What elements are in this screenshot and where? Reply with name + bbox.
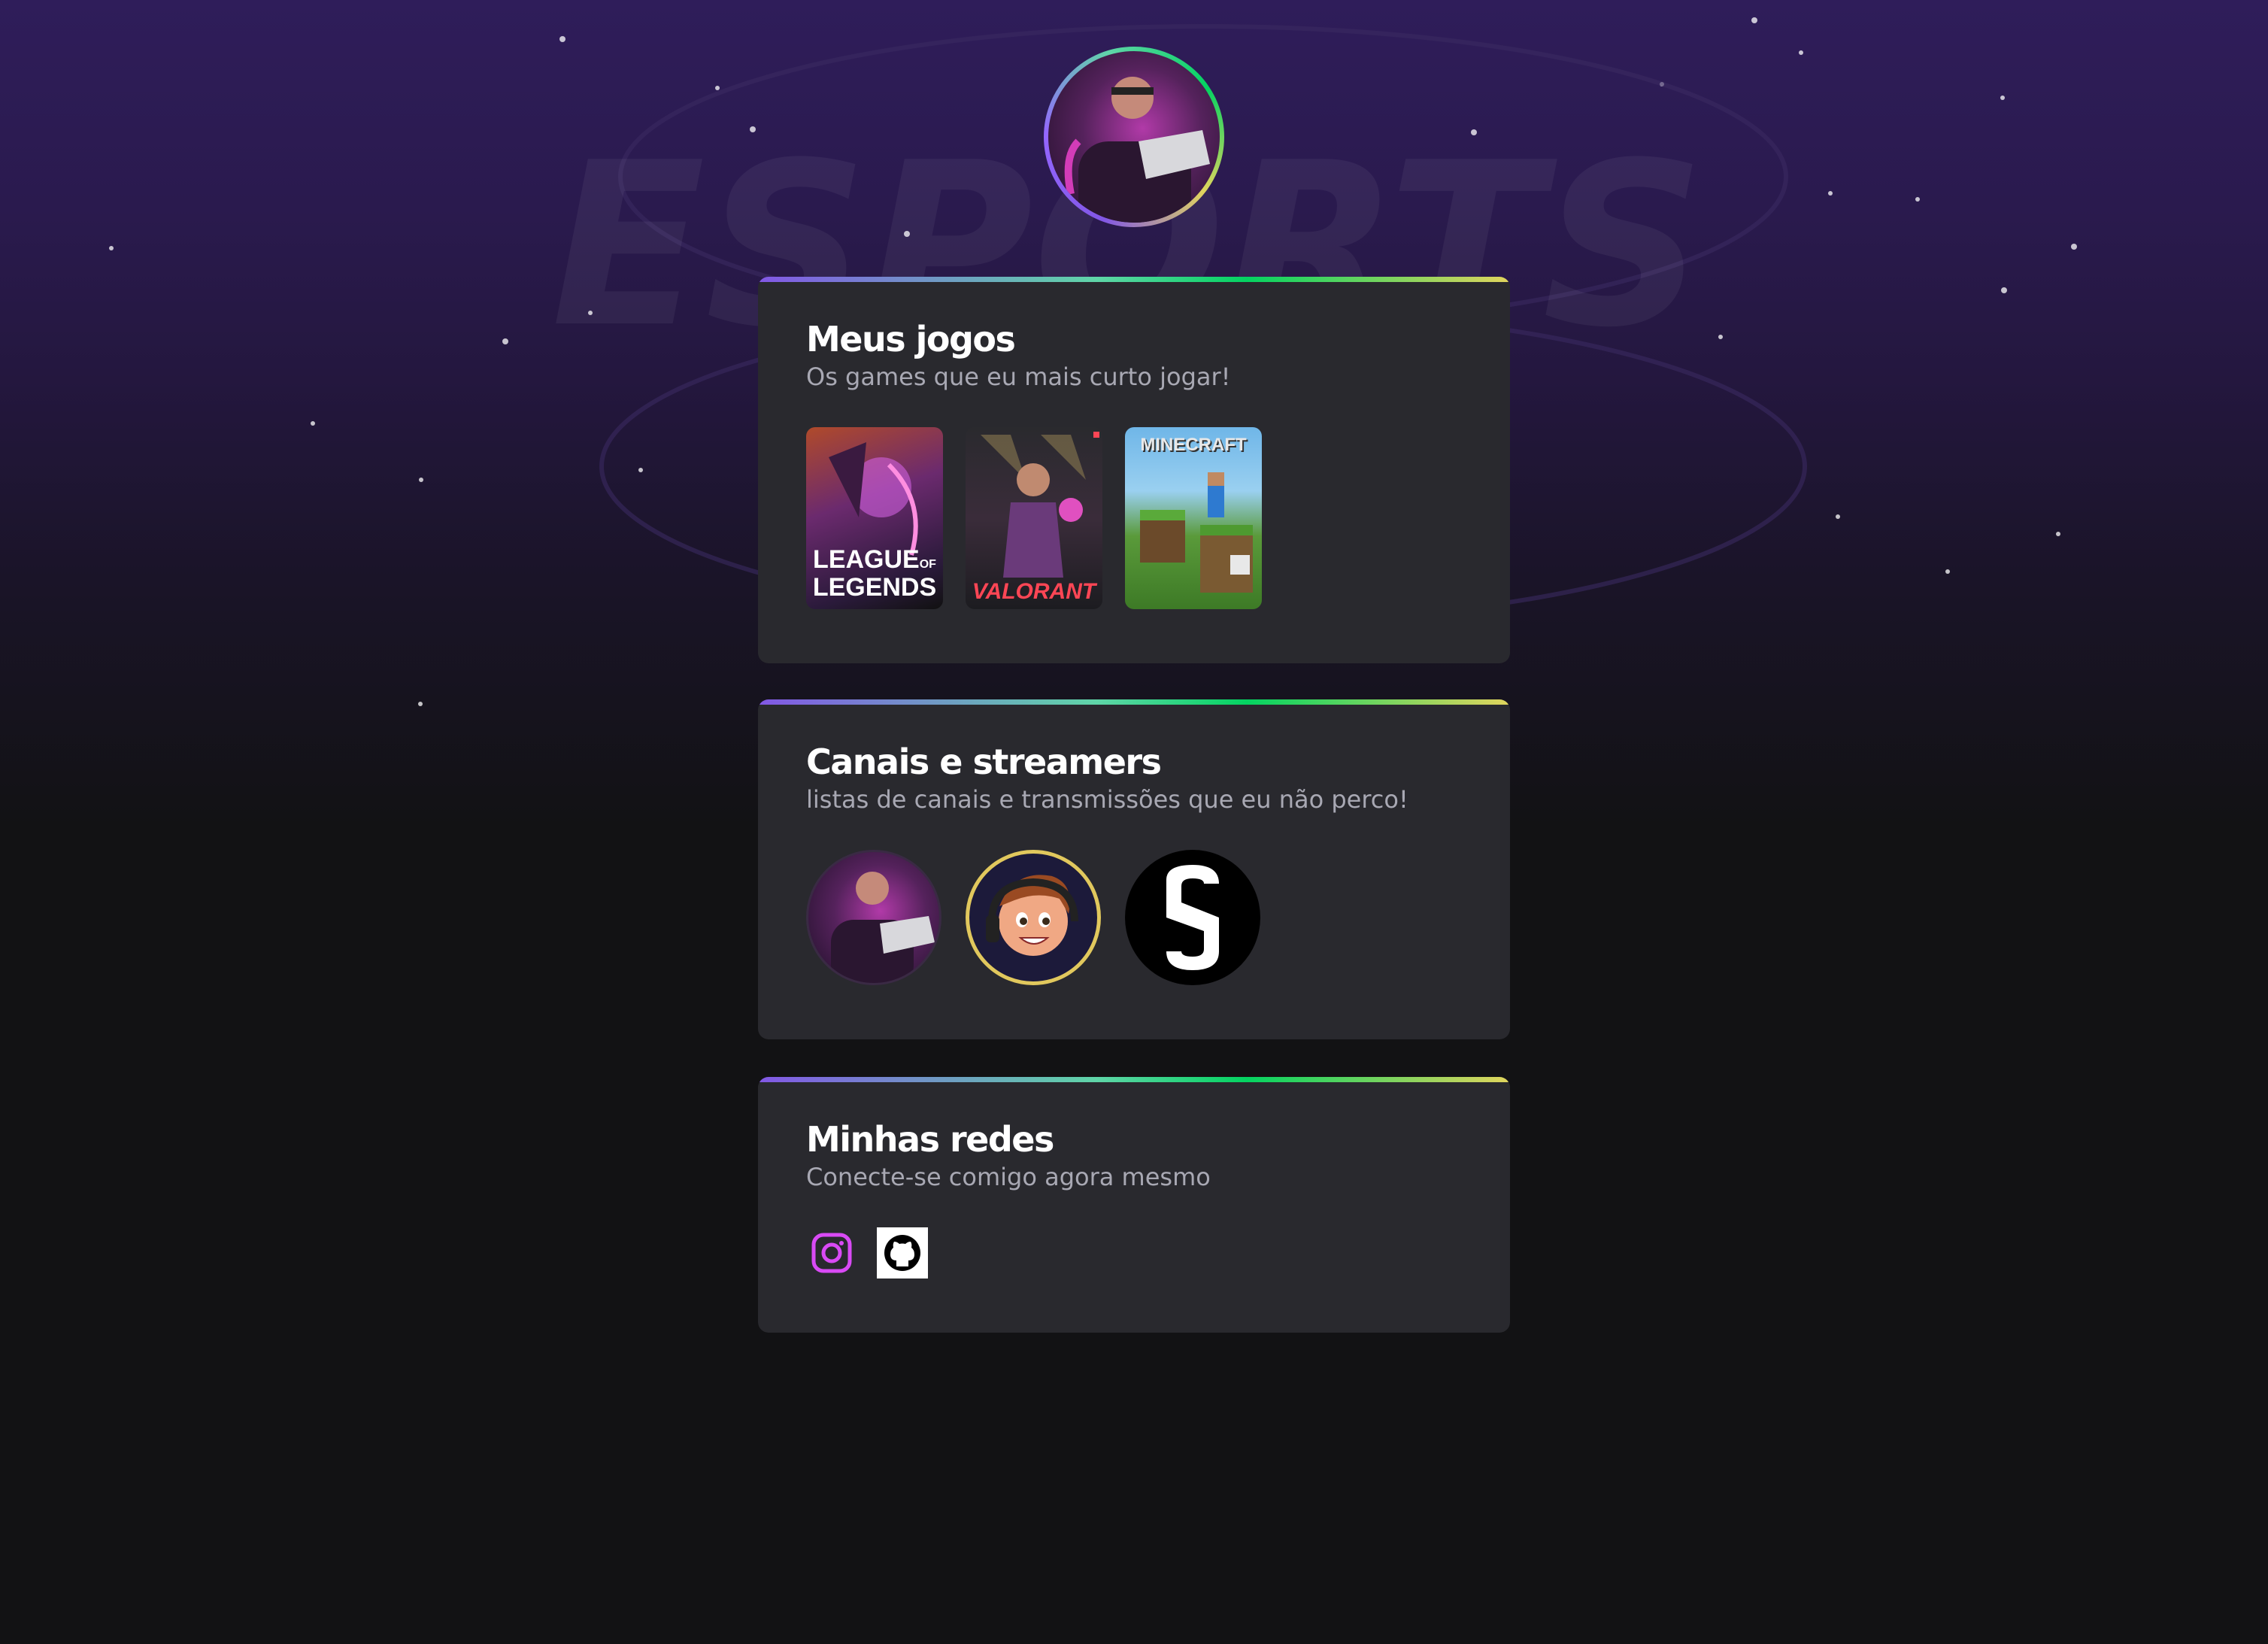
games-subtitle: Os games que eu mais curto jogar! — [806, 362, 1231, 391]
streamer-avatar-cartoon[interactable] — [966, 850, 1101, 985]
streamer-avatar-1[interactable] — [806, 850, 941, 985]
games-card: Meus jogos Os games que eu mais curto jo… — [758, 277, 1510, 663]
game-minecraft[interactable]: MINECRAFT — [1125, 427, 1262, 609]
game-valorant[interactable]: VALORANT — [966, 427, 1102, 609]
games-title: Meus jogos — [806, 319, 1016, 359]
social-title: Minhas redes — [806, 1119, 1054, 1160]
social-subtitle: Conecte-se comigo agora mesmo — [806, 1163, 1211, 1191]
game-valorant-label: VALORANT — [972, 579, 1096, 604]
streamer-logo-s[interactable] — [1125, 850, 1260, 985]
channels-title: Canais e streamers — [806, 742, 1162, 782]
avatar — [1048, 51, 1220, 223]
profile-avatar[interactable] — [1044, 47, 1224, 227]
channels-subtitle: listas de canais e transmissões que eu n… — [806, 785, 1408, 814]
instagram-icon[interactable] — [806, 1227, 857, 1278]
game-minecraft-label: MINECRAFT — [1140, 435, 1247, 455]
github-icon[interactable] — [877, 1227, 928, 1278]
game-lol-label: LEAGUEOF LEGENDS — [812, 545, 937, 602]
channels-card: Canais e streamers listas de canais e tr… — [758, 699, 1510, 1039]
game-league-of-legends[interactable]: LEAGUEOF LEGENDS — [806, 427, 943, 609]
social-card: Minhas redes Conecte-se comigo agora mes… — [758, 1077, 1510, 1333]
